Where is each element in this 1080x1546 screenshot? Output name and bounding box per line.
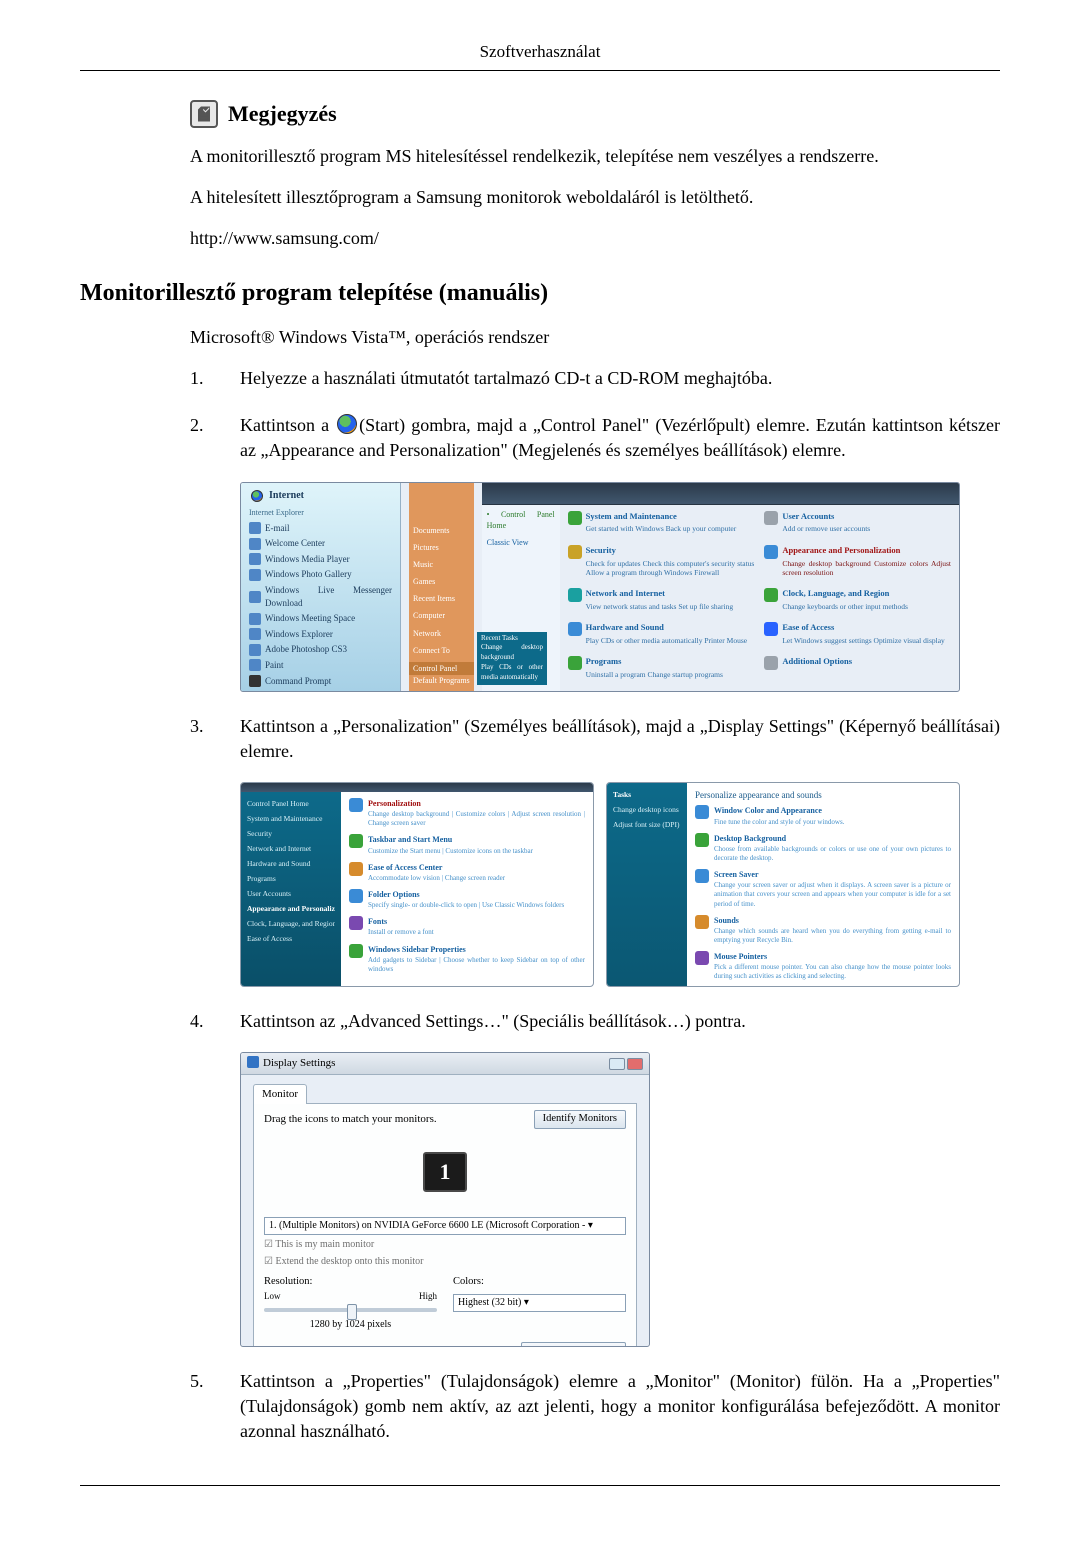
colors-select[interactable]: Highest (32 bit) ▾ [453,1294,626,1312]
ease-icon [349,862,363,876]
resolution-value: 1280 by 1024 pixels [264,1318,437,1332]
display-icon [247,1056,259,1068]
close-icon [627,1058,643,1070]
step-4: Kattintson az „Advanced Settings…" (Spec… [190,1009,1000,1347]
note-icon [190,100,218,128]
page-header: Szoftverhasználat [80,40,1000,71]
main-monitor-checkbox[interactable]: ☑ This is my main monitor [264,1238,626,1252]
appearance-window: Control Panel Home System and Maintenanc… [240,782,594,987]
monitor-preview[interactable]: 1 [264,1137,626,1207]
monitor-select[interactable]: 1. (Multiple Monitors) on NVIDIA GeForce… [264,1217,626,1235]
clock-icon [764,588,778,602]
note-line-2: A hitelesített illesztőprogram a Samsung… [190,185,990,210]
control-panel-window: • Control Panel Home Classic View Recent… [482,483,959,691]
start-orb-icon [251,490,263,502]
folder-icon [349,889,363,903]
step-1-text: Helyezze a használati útmutatót tartalma… [240,368,772,388]
start-orb-icon [337,414,357,434]
step-3-text: Kattintson a „Personalization" (Személye… [240,716,1000,761]
personalization-window: Tasks Change desktop icons Adjust font s… [606,782,960,987]
step-3: Kattintson a „Personalization" (Személye… [190,714,1000,987]
extend-desktop-checkbox[interactable]: ☑ Extend the desktop onto this monitor [264,1255,626,1269]
window-controls[interactable] [609,1058,643,1070]
resolution-slider[interactable] [264,1308,437,1312]
step-5-text: Kattintson a „Properties" (Tulajdonságok… [240,1371,1000,1441]
program-icon [568,656,582,670]
mouse-icon [695,951,709,965]
header-title: Szoftverhasználat [480,42,601,61]
sounds-icon [695,915,709,929]
note-label: Megjegyzés [228,99,337,130]
speaker-icon [568,622,582,636]
start-menu-left: Internet Internet Explorer E-mail Welcom… [241,483,401,691]
drag-label: Drag the icons to match your monitors. [264,1112,437,1127]
font-icon [349,916,363,930]
colors-label: Colors: [453,1275,626,1290]
step-2: Kattintson a (Start) gombra, majd a „Con… [190,413,1000,691]
sidebar-icon [349,944,363,958]
dialog-title: Display Settings [263,1057,335,1069]
taskbar-icon [349,834,363,848]
step-5: Kattintson a „Properties" (Tulajdonságok… [190,1369,1000,1445]
note-heading: Megjegyzés [190,99,990,130]
screensaver-icon [695,869,709,883]
step-4-text: Kattintson az „Advanced Settings…" (Spec… [240,1011,746,1031]
start-menu-right: Documents Pictures Music Games Recent It… [409,483,474,691]
note-line-1: A monitorillesztő program MS hitelesítés… [190,144,990,169]
footer-rule [80,1485,1000,1486]
color-icon [695,805,709,819]
resolution-label: Resolution: [264,1275,437,1290]
note-url: http://www.samsung.com/ [190,226,990,251]
step-2-text-a: Kattintson a [240,415,335,435]
monitor-thumbnail[interactable]: 1 [423,1152,467,1192]
section-heading: Monitorillesztő program telepítése (manu… [80,277,1000,311]
identify-monitors-button[interactable]: Identify Monitors [534,1110,626,1129]
monitor-icon [764,545,778,559]
tab-monitor[interactable]: Monitor [253,1084,307,1104]
display-settings-dialog: Display Settings Monitor Drag the icons … [240,1052,650,1347]
screenshot-step-4: Display Settings Monitor Drag the icons … [240,1052,1000,1347]
desktop-bg-icon [695,833,709,847]
access-icon [764,622,778,636]
personalization-icon [349,798,363,812]
globe-icon [568,588,582,602]
lock-icon [568,545,582,559]
shield-icon [568,511,582,525]
options-icon [764,656,778,670]
subtitle: Microsoft® Windows Vista™, operációs ren… [190,325,1000,350]
screenshot-step-2: Internet Internet Explorer E-mail Welcom… [240,482,1000,692]
user-icon [764,511,778,525]
step-1: Helyezze a használati útmutatót tartalma… [190,366,1000,391]
advanced-settings-button[interactable]: Advanced Settings... [521,1342,626,1347]
screenshot-step-3: Control Panel Home System and Maintenanc… [240,782,1000,987]
